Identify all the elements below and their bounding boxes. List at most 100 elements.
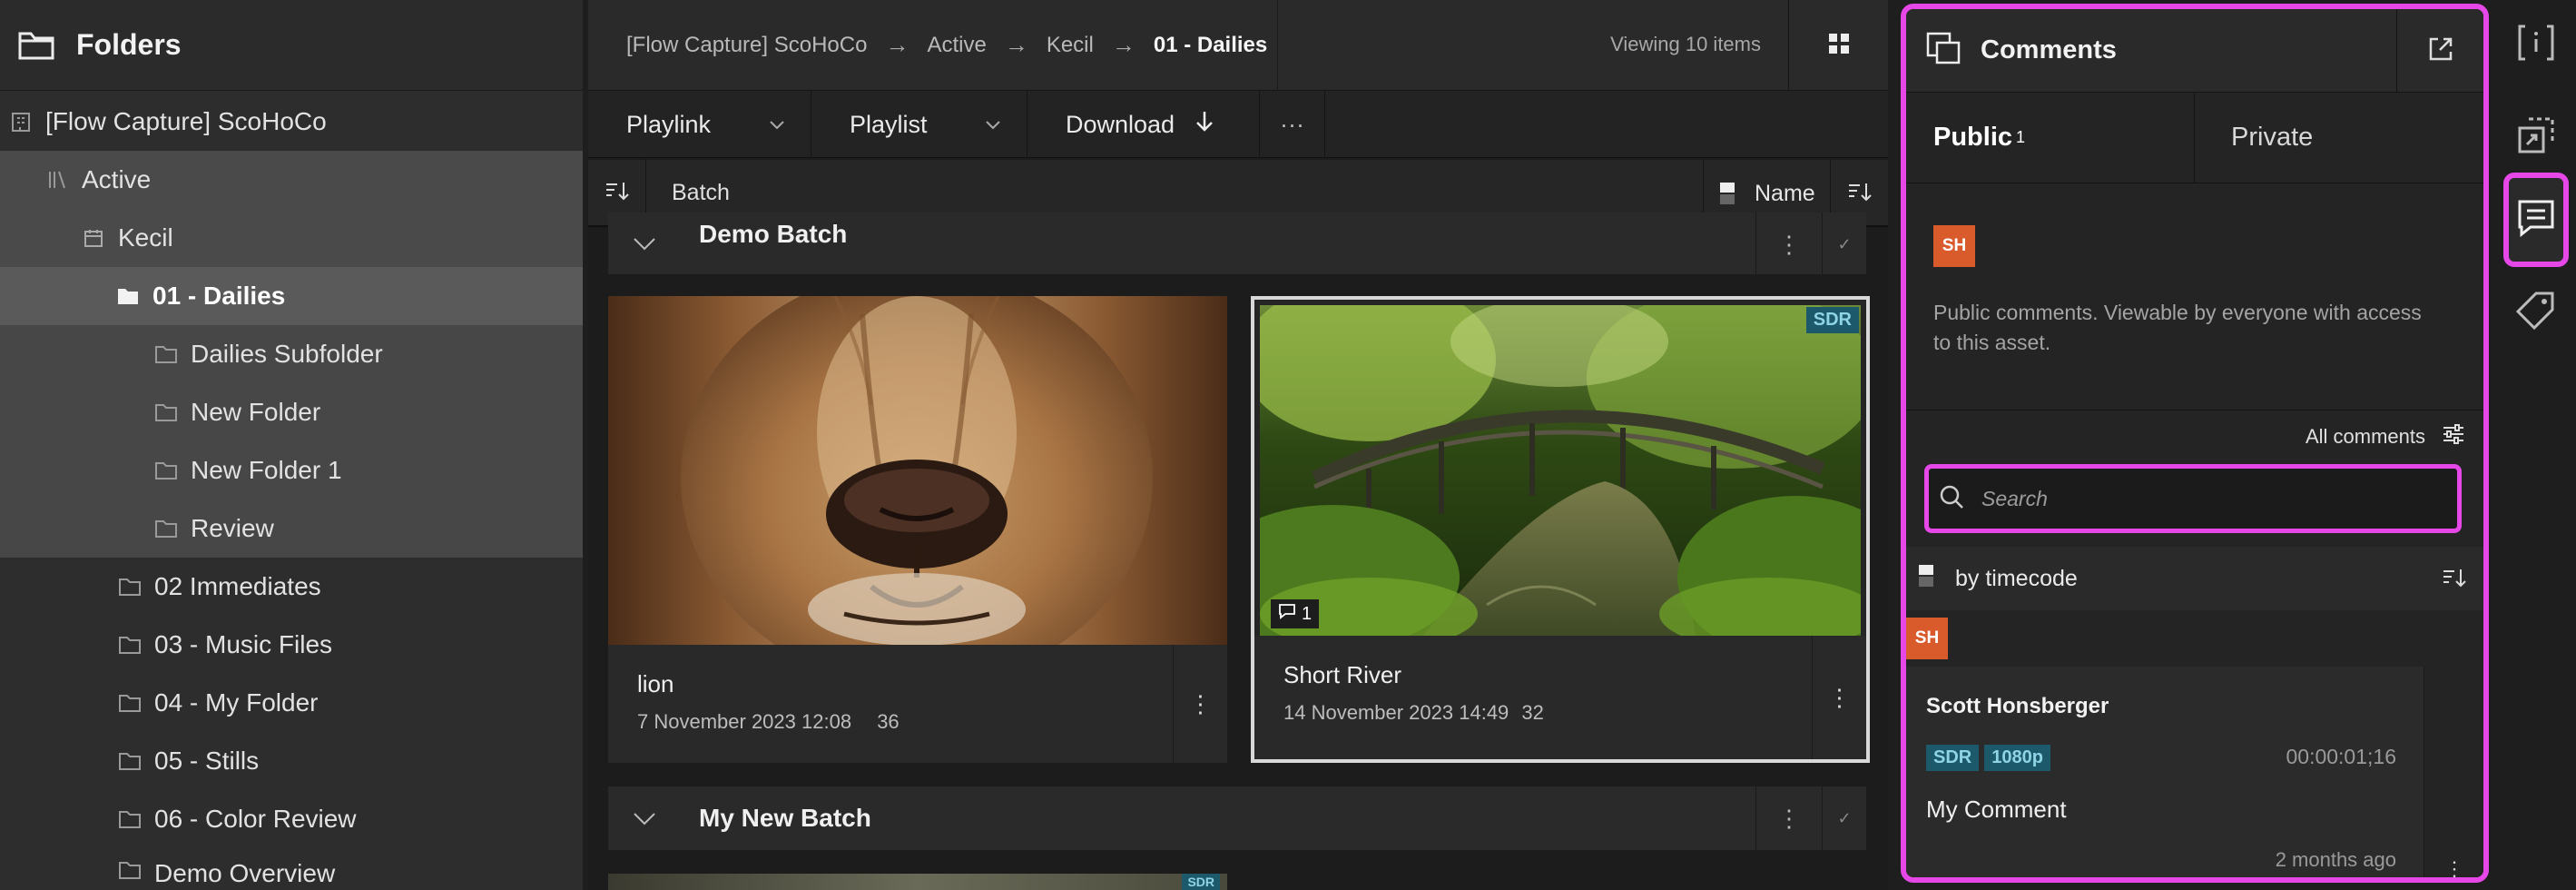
comment-sort-bar[interactable]: by timecode	[1906, 547, 2483, 610]
sdr-badge: SDR	[1182, 874, 1220, 890]
tree-item-04-my-folder[interactable]: 04 - My Folder	[0, 674, 583, 732]
folder-icon	[118, 634, 142, 656]
lion-image	[608, 296, 1227, 645]
tree-item-new-folder[interactable]: New Folder	[0, 383, 583, 441]
versions-panel-button[interactable]	[2503, 104, 2569, 171]
tree-item-label: Dailies Subfolder	[191, 340, 383, 368]
batch-name: My New Batch	[699, 804, 871, 832]
tree-item-06-color-review[interactable]: 06 - Color Review	[0, 790, 583, 848]
batch-label: Batch	[672, 179, 730, 205]
avatar: SH	[1933, 225, 1975, 267]
tree-item-demo-overview[interactable]: Demo Overview	[0, 848, 583, 890]
tree-item-active[interactable]: Active	[0, 151, 583, 209]
tree-item-03-music-files[interactable]: 03 - Music Files	[0, 616, 583, 674]
tab-public[interactable]: Public 1	[1906, 93, 2195, 183]
comment-menu-button[interactable]: ⋮	[2444, 857, 2464, 877]
breadcrumb-item[interactable]: Kecil	[1047, 33, 1094, 58]
comments-title: Comments	[1981, 35, 2117, 64]
toggle-bar-icon	[1919, 564, 1933, 594]
comment-item[interactable]: Scott Honsberger SDR 1080p 00:00:01;16 M…	[1906, 667, 2483, 877]
tag-sdr: SDR	[1926, 745, 1980, 771]
check-icon[interactable]: ✓	[1823, 213, 1866, 276]
asset-title: lion	[637, 670, 674, 697]
comment-search-box[interactable]	[1924, 464, 2462, 533]
arrow-right-icon: →	[1111, 31, 1136, 58]
comments-panel-button[interactable]	[2503, 173, 2569, 267]
comments-tabs: Public 1 Private	[1906, 93, 2483, 183]
tab-private[interactable]: Private	[2195, 93, 2483, 183]
asset-menu-button[interactable]: ⋮	[1812, 636, 1866, 759]
batch-header-demo[interactable]: Demo Batch ⋮ ✓	[608, 212, 1866, 276]
calendar-icon	[82, 227, 105, 249]
more-button[interactable]: ···	[1260, 91, 1325, 158]
comment-timecode[interactable]: 00:00:01;16	[2286, 745, 2396, 769]
tab-public-count: 1	[2016, 128, 2026, 146]
tree-item-label: Demo Overview	[154, 859, 336, 887]
comment-actions-column: ⋮	[2424, 667, 2483, 877]
tree-item-label: Active	[82, 165, 152, 193]
lion-thumbnail[interactable]	[608, 296, 1227, 645]
comment-search-input[interactable]	[1981, 486, 2453, 511]
library-icon	[45, 169, 69, 191]
app-root: Folders [Flow Capture] ScoHoCo Active Ke…	[0, 0, 2576, 890]
tag-icon	[2515, 290, 2556, 334]
filter-sliders-icon[interactable]	[2442, 423, 2465, 450]
folder-icon	[118, 750, 142, 772]
comment-count: 1	[1302, 603, 1313, 624]
tree-item-flow-capture[interactable]: [Flow Capture] ScoHoCo	[0, 93, 583, 151]
batch-header-my-new[interactable]: My New Batch ⋮ ✓	[608, 786, 1866, 850]
playlist-label: Playlist	[850, 110, 928, 138]
more-label: ···	[1280, 110, 1304, 138]
folder-icon	[154, 460, 178, 481]
search-icon	[1938, 483, 1965, 515]
batch-menu-button[interactable]: ⋮	[1755, 786, 1823, 850]
tag-resolution: 1080p	[1984, 745, 2050, 771]
chevron-down-icon[interactable]	[617, 212, 672, 275]
building-icon	[9, 111, 33, 133]
grid-view-button[interactable]	[1788, 0, 1888, 91]
toggle-bar-icon	[1720, 182, 1735, 205]
comments-header: Comments	[1906, 9, 2483, 93]
asset-menu-button[interactable]: ⋮	[1173, 645, 1227, 763]
check-icon[interactable]: ✓	[1823, 786, 1866, 850]
tree-item-label: 04 - My Folder	[154, 688, 319, 717]
short-river-thumbnail[interactable]	[1260, 305, 1861, 636]
name-sort-label: Name	[1755, 180, 1815, 206]
asset-date: 7 November 2023 12:08	[637, 710, 852, 733]
tree-item-new-folder-1[interactable]: New Folder 1	[0, 441, 583, 499]
viewing-count: Viewing 10 items	[1610, 33, 1761, 55]
asset-card-short-river[interactable]: SDR 1 Short River 14 November 2023 14:49…	[1251, 296, 1870, 763]
comment-author: Scott Honsberger	[1926, 694, 2109, 718]
comment-compose[interactable]: SH Public comments. Viewable by everyone…	[1906, 183, 2483, 410]
batch-menu-button[interactable]: ⋮	[1755, 213, 1823, 276]
comments-icon	[2516, 198, 2556, 242]
info-panel-button[interactable]	[2503, 11, 2569, 78]
popout-button[interactable]	[2396, 9, 2483, 93]
download-button[interactable]: Download	[1027, 91, 1260, 158]
sdr-badge: SDR	[1805, 307, 1859, 333]
chevron-down-icon	[767, 113, 787, 141]
external-link-icon	[2427, 35, 2454, 67]
tree-item-kecil[interactable]: Kecil	[0, 209, 583, 267]
compose-hint[interactable]: Public comments. Viewable by everyone wi…	[1933, 298, 2424, 358]
all-comments-label[interactable]: All comments	[2306, 425, 2425, 449]
toolbar: Playlink Playlist Download ···	[588, 91, 1888, 158]
playlink-button[interactable]: Playlink	[588, 91, 811, 158]
asset-card-lion[interactable]: lion 7 November 2023 12:08 36 ⋮	[608, 296, 1227, 763]
breadcrumb-item[interactable]: Active	[927, 33, 986, 58]
asset-card-partial[interactable]: SDR	[608, 874, 1227, 890]
tags-panel-button[interactable]	[2503, 278, 2569, 345]
comment-count-badge[interactable]: 1	[1271, 599, 1320, 628]
tree-item-label: 03 - Music Files	[154, 630, 333, 658]
sort-desc-icon[interactable]	[2442, 567, 2467, 595]
breadcrumb-item[interactable]: [Flow Capture] ScoHoCo	[626, 33, 867, 58]
tree-item-02-immediates[interactable]: 02 Immediates	[0, 558, 583, 616]
tree-item-05-stills[interactable]: 05 - Stills	[0, 732, 583, 790]
tree-item-01-dailies[interactable]: 01 - Dailies	[0, 267, 583, 325]
asset-meta: 14 November 2023 14:49 32	[1283, 701, 1544, 725]
chevron-down-icon[interactable]	[617, 786, 672, 850]
comment-body: My Comment	[1926, 796, 2067, 823]
tree-item-dailies-subfolder[interactable]: Dailies Subfolder	[0, 325, 583, 383]
playlist-button[interactable]: Playlist	[811, 91, 1027, 158]
tree-item-review[interactable]: Review	[0, 499, 583, 558]
